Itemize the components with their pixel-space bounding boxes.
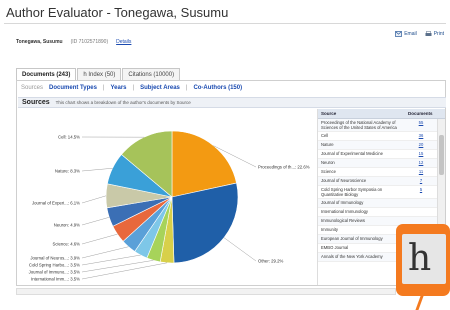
envelope-icon <box>395 31 403 37</box>
subnav-subject-areas[interactable]: Subject Areas <box>140 85 180 91</box>
slice-label: Cell: 14.5% <box>58 135 80 140</box>
author-id: (ID 7102571890) <box>70 39 109 45</box>
table-row: Journal of Neuroscience 7 <box>318 177 445 186</box>
source-cell: Journal of Neuroscience <box>321 178 367 183</box>
source-cell: Cell <box>321 133 329 138</box>
documents-count-link[interactable]: 36 <box>406 132 436 140</box>
slice-label: Journal of Neuros...: 3.9% <box>30 256 80 261</box>
slice-label: Proceedings of th...: 22.6% <box>258 165 310 170</box>
author-evaluator-window: Author Evaluator - Tonegawa, Susumu Emai… <box>0 0 450 310</box>
documents-count-link[interactable]: 15 <box>406 150 436 158</box>
slice-leader-line <box>81 260 154 273</box>
source-cell: Immunological Reviews <box>321 218 365 223</box>
source-cell: Journal of Immunology <box>321 200 364 205</box>
slice-label: Neuron: 4.9% <box>54 223 80 228</box>
sources-pie-chart: Proceedings of th...: 22.6% Other: 29.2% I… <box>18 109 316 285</box>
slice-leader-line <box>223 237 257 262</box>
action-links: Email Print <box>395 31 444 37</box>
column-header-source[interactable]: Source <box>318 109 406 118</box>
source-cell: Nature <box>321 142 334 147</box>
scrollbar-thumb[interactable] <box>439 135 444 175</box>
documents-count-link[interactable] <box>406 208 436 216</box>
subnav-separator: | <box>185 85 188 91</box>
source-cell: Immunity <box>321 227 338 232</box>
table-row: Proceedings of the National Academy of S… <box>318 119 445 132</box>
source-cell: International Immunology <box>321 209 369 214</box>
table-row: Cell 36 <box>318 132 445 141</box>
source-cell: Neuron <box>321 160 335 165</box>
slice-label: Nature: 8.3% <box>55 169 80 174</box>
section-title: Sources <box>22 99 50 106</box>
table-row: Journal of Immunology <box>318 199 445 208</box>
sub-navigation: Sources Document Types | Years | Subject… <box>21 85 242 91</box>
column-header-documents[interactable]: Documents <box>406 109 436 118</box>
author-name: Tonegawa, Susumu <box>16 39 63 45</box>
slice-label: Cold Spring Harbo...: 3.5% <box>29 263 80 268</box>
subnav-separator: | <box>102 85 105 91</box>
table-row: Cold Spring Harbor Symposia on Quantitat… <box>318 186 445 199</box>
source-cell: Annals of the New York Academy <box>321 254 383 259</box>
email-action[interactable]: Email <box>395 31 417 37</box>
details-link[interactable]: Details <box>116 39 131 45</box>
section-description: This chart shows a breakdown of the auth… <box>55 100 191 105</box>
pie-slice[interactable] <box>171 182 239 264</box>
source-cell: Cold Spring Harbor Symposia on Quantitat… <box>321 187 383 197</box>
magnifier-lens: h <box>402 234 446 284</box>
print-action[interactable]: Print <box>425 31 444 37</box>
slice-leader-line <box>81 233 118 245</box>
slice-label: Journal of Immuno...: 3.5% <box>29 270 81 275</box>
slice-leader-line <box>81 254 141 266</box>
documents-count-link[interactable]: 12 <box>406 159 436 167</box>
table-row: International Immunology <box>318 208 445 217</box>
table-header: Source Documents <box>318 109 445 119</box>
table-row: Science 11 <box>318 168 445 177</box>
documents-count-link[interactable]: 5 <box>406 186 436 198</box>
source-cell: Science <box>321 169 336 174</box>
magnifier-pointer <box>415 296 431 310</box>
documents-count-link[interactable]: 7 <box>406 177 436 185</box>
printer-icon <box>425 31 432 36</box>
section-header: Sources This chart shows a breakdown of … <box>18 97 446 108</box>
slice-leader-line <box>81 246 129 259</box>
slice-label: Journal of Experi...: 6.1% <box>32 201 80 206</box>
subnav-separator: | <box>132 85 135 91</box>
slice-leader-line <box>81 217 110 226</box>
zoom-magnifier: h <box>396 224 450 296</box>
horizontal-scrollbar[interactable] <box>16 288 396 295</box>
title-bar: Author Evaluator - Tonegawa, Susumu <box>4 4 446 24</box>
print-link[interactable]: Print <box>434 31 444 37</box>
subnav-co-authors[interactable]: Co-Authors (150) <box>193 85 242 91</box>
table-row: Neuron 12 <box>318 159 445 168</box>
subnav-document-types[interactable]: Document Types <box>49 85 97 91</box>
source-cell: Proceedings of the National Academy of S… <box>321 120 397 130</box>
documents-count-link[interactable]: 20 <box>406 141 436 149</box>
documents-count-link[interactable] <box>406 199 436 207</box>
documents-count-link[interactable]: 55 <box>406 119 436 131</box>
slice-label: Science: 4.6% <box>53 242 81 247</box>
slice-leader-line <box>81 168 113 172</box>
subnav-years[interactable]: Years <box>110 85 126 91</box>
slice-label: International Imm...: 3.5% <box>31 277 80 282</box>
pie-chart-svg: Proceedings of th...: 22.6% Other: 29.2% I… <box>29 130 310 282</box>
page-title: Author Evaluator - Tonegawa, Susumu <box>6 5 229 20</box>
author-info: Tonegawa, Susumu (ID 7102571890) Details <box>16 39 131 45</box>
documents-count-link[interactable]: 11 <box>406 168 436 176</box>
source-cell: European Journal of Immunology <box>321 236 383 241</box>
subnav-current: Sources <box>21 85 44 91</box>
table-row: Journal of Experimental Medicine 15 <box>318 150 445 159</box>
email-link[interactable]: Email <box>404 31 417 37</box>
source-cell: Journal of Experimental Medicine <box>321 151 383 156</box>
slice-label: Other: 29.2% <box>258 259 283 264</box>
table-row: Nature 20 <box>318 141 445 150</box>
source-cell: EMBO Journal <box>321 245 349 250</box>
magnified-glyph: h <box>408 238 432 279</box>
documents-panel: Sources Document Types | Years | Subject… <box>16 80 446 286</box>
slice-leader-line <box>81 195 107 204</box>
